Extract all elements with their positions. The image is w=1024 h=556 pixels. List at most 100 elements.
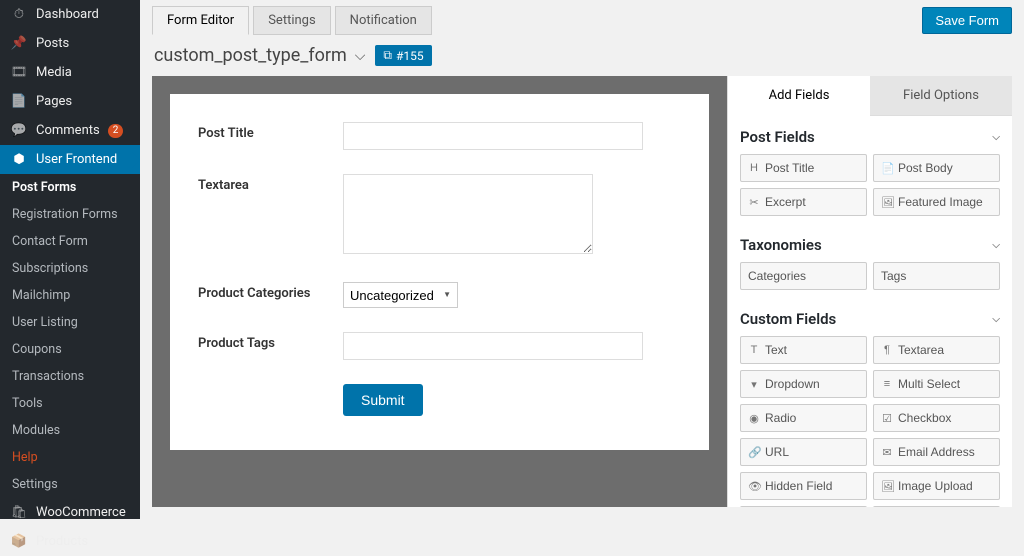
field-btn-dropdown[interactable]: ▾Dropdown bbox=[740, 370, 867, 398]
field-button-label: Dropdown bbox=[765, 377, 820, 391]
form-id-badge[interactable]: ⧉ #155 bbox=[375, 45, 431, 66]
submenu-mailchimp[interactable]: Mailchimp bbox=[0, 282, 140, 309]
sidebar-item-pages[interactable]: 📄 Pages bbox=[0, 87, 140, 116]
post-body-icon: 📄 bbox=[881, 162, 893, 175]
sidebar-item-label: Dashboard bbox=[36, 7, 99, 22]
field-btn-email-address[interactable]: ✉ Email Address bbox=[873, 438, 1000, 466]
submenu-coupons[interactable]: Coupons bbox=[0, 336, 140, 363]
field-btn-excerpt[interactable]: ✂ Excerpt bbox=[740, 188, 867, 216]
chevron-down-icon: ⌵ bbox=[992, 240, 1000, 251]
submenu-settings[interactable]: Settings bbox=[0, 471, 140, 498]
sidebar-item-label: Media bbox=[36, 65, 72, 80]
sidebar-item-label: Comments bbox=[36, 123, 100, 138]
field-btn-url[interactable]: 🔗 URL bbox=[740, 438, 867, 466]
field-button-label: Image Upload bbox=[898, 479, 973, 493]
field-button-label: Checkbox bbox=[898, 411, 951, 425]
field-btn-textarea[interactable]: ¶ Textarea bbox=[873, 336, 1000, 364]
form-stage: Post Title Textarea Product Categories U… bbox=[152, 76, 727, 507]
section-post-fields[interactable]: Post Fields⌵ bbox=[730, 116, 1010, 154]
product-tags-label: Product Tags bbox=[198, 332, 343, 360]
field-btn-image-upload[interactable]: 🖼Image Upload bbox=[873, 472, 1000, 500]
radio-icon: ◉ bbox=[748, 412, 760, 425]
page-icon: 📄 bbox=[10, 94, 28, 109]
sidebar-item-label: WooCommerce bbox=[36, 505, 126, 520]
featured-image-icon: 🖼 bbox=[881, 196, 893, 209]
field-btn-featured-image[interactable]: 🖼 Featured Image bbox=[873, 188, 1000, 216]
field-btn-radio[interactable]: ◉Radio bbox=[740, 404, 867, 432]
plugin-icon: ⬢ bbox=[10, 152, 28, 167]
sidebar-item-products[interactable]: 📦Products bbox=[0, 527, 140, 556]
field-panel: Add Fields Field Options Post Fields⌵ HP… bbox=[727, 76, 1012, 507]
tab-settings[interactable]: Settings bbox=[253, 6, 330, 35]
panel-tab-add-fields[interactable]: Add Fields bbox=[728, 76, 870, 116]
sidebar-item-media[interactable]: 🎞 Media bbox=[0, 58, 140, 87]
comment-icon: 💬 bbox=[10, 123, 28, 138]
textarea-icon: ¶ bbox=[881, 344, 893, 356]
sidebar-item-dashboard[interactable]: ⏱ Dashboard bbox=[0, 0, 140, 29]
section-custom-fields[interactable]: Custom Fields⌵ bbox=[730, 298, 1010, 336]
field-btn-tags[interactable]: Tags bbox=[873, 262, 1000, 290]
submit-button[interactable]: Submit bbox=[343, 384, 423, 416]
chevron-down-icon: ⌵ bbox=[355, 48, 366, 64]
form-name[interactable]: custom_post_type_form ⌵ bbox=[154, 45, 365, 66]
checkbox-icon: ☑ bbox=[881, 412, 893, 425]
field-btn-categories[interactable]: Categories bbox=[740, 262, 867, 290]
sidebar-item-posts[interactable]: 📌 Posts bbox=[0, 29, 140, 58]
sidebar-item-label: User Frontend bbox=[36, 152, 117, 167]
sidebar-item-comments[interactable]: 💬Comments 2 bbox=[0, 116, 140, 145]
submenu-modules[interactable]: Modules bbox=[0, 417, 140, 444]
sidebar-item-label: Products bbox=[36, 534, 88, 549]
field-button-label: Email Address bbox=[898, 445, 975, 459]
sidebar-item-label: Posts bbox=[36, 36, 69, 51]
post-title-label: Post Title bbox=[198, 122, 343, 150]
media-icon: 🎞 bbox=[10, 65, 28, 80]
sidebar-item-woocommerce[interactable]: 🛍 WooCommerce bbox=[0, 498, 140, 527]
field-button-label: Textarea bbox=[898, 343, 944, 357]
dashboard-icon: ⏱ bbox=[10, 7, 28, 22]
field-btn-hidden-field[interactable]: 👁Hidden Field bbox=[740, 472, 867, 500]
product-tags-input[interactable] bbox=[343, 332, 643, 360]
field-btn-text[interactable]: TText bbox=[740, 336, 867, 364]
submenu-user-listing[interactable]: User Listing bbox=[0, 309, 140, 336]
tab-form-editor[interactable]: Form Editor bbox=[152, 6, 249, 35]
field-btn-post-body[interactable]: 📄Post Body bbox=[873, 154, 1000, 182]
email-address-icon: ✉ bbox=[881, 446, 893, 459]
form-canvas: Post Title Textarea Product Categories U… bbox=[170, 94, 709, 450]
url-icon: 🔗 bbox=[748, 446, 760, 459]
field-button-label: URL bbox=[765, 445, 789, 459]
field-button-label: Multi Select bbox=[898, 377, 960, 391]
field-btn-post-title[interactable]: HPost Title bbox=[740, 154, 867, 182]
hidden-field-icon: 👁 bbox=[748, 480, 760, 493]
submenu-help[interactable]: Help bbox=[0, 444, 140, 471]
submenu-post-forms[interactable]: Post Forms bbox=[0, 174, 140, 201]
submenu-tools[interactable]: Tools bbox=[0, 390, 140, 417]
field-btn-multi-select[interactable]: ≡ Multi Select bbox=[873, 370, 1000, 398]
field-button-label: Categories bbox=[748, 269, 806, 283]
save-form-button[interactable]: Save Form bbox=[922, 7, 1012, 34]
sidebar-item-label: Pages bbox=[36, 94, 72, 109]
sidebar-item-user-frontend[interactable]: ⬢ User Frontend bbox=[0, 145, 140, 174]
tab-notification[interactable]: Notification bbox=[335, 6, 432, 35]
pin-icon: 📌 bbox=[10, 36, 28, 51]
submenu-contact-form[interactable]: Contact Form bbox=[0, 228, 140, 255]
copy-icon: ⧉ bbox=[383, 48, 392, 63]
panel-tab-field-options[interactable]: Field Options bbox=[870, 76, 1012, 116]
field-btn-repeat-field[interactable]: ⧉Repeat Field bbox=[740, 506, 867, 507]
submenu-subscriptions[interactable]: Subscriptions bbox=[0, 255, 140, 282]
form-id-text: #155 bbox=[396, 49, 424, 63]
field-btn-date-time[interactable]: 📅Date / Time bbox=[873, 506, 1000, 507]
product-categories-select[interactable]: Uncategorized bbox=[343, 282, 458, 308]
field-button-label: Featured Image bbox=[898, 195, 983, 209]
woocommerce-icon: 🛍 bbox=[10, 505, 28, 520]
multi-select-icon: ≡ bbox=[881, 378, 893, 390]
field-button-label: Post Title bbox=[765, 161, 814, 175]
field-btn-checkbox[interactable]: ☑ Checkbox bbox=[873, 404, 1000, 432]
field-button-label: Text bbox=[765, 343, 787, 357]
section-taxonomies[interactable]: Taxonomies⌵ bbox=[730, 224, 1010, 262]
excerpt-icon: ✂ bbox=[748, 196, 760, 209]
textarea-input[interactable] bbox=[343, 174, 593, 254]
submenu-transactions[interactable]: Transactions bbox=[0, 363, 140, 390]
post-title-input[interactable] bbox=[343, 122, 643, 150]
field-button-label: Excerpt bbox=[765, 195, 806, 209]
submenu-registration-forms[interactable]: Registration Forms bbox=[0, 201, 140, 228]
